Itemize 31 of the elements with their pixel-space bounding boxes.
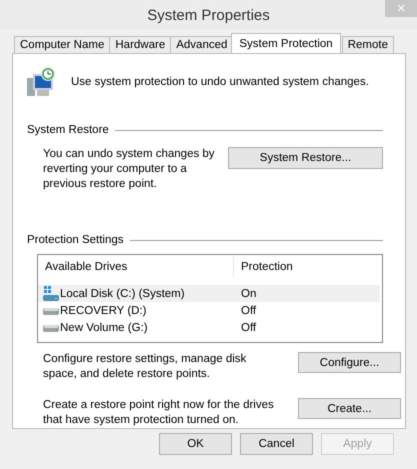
tab[interactable]: System Protection xyxy=(231,33,341,53)
configure-button[interactable]: Configure... xyxy=(298,352,401,373)
dialog-button[interactable]: OK xyxy=(159,433,232,455)
description-text: Create a restore point right now for the drives that have system protection turned on. xyxy=(43,398,275,428)
protection-status: On xyxy=(240,288,256,300)
tab[interactable]: Computer Name xyxy=(14,36,110,53)
system-restore-button[interactable]: System Restore... xyxy=(228,147,383,169)
protection-status: Off xyxy=(240,304,256,316)
create-button[interactable]: Create... xyxy=(298,398,401,419)
drive-row[interactable]: Local Disk (C:) (System) On xyxy=(38,285,380,302)
drive-icon xyxy=(43,306,59,314)
tab[interactable]: Advanced xyxy=(170,36,234,53)
column-header[interactable]: Protection xyxy=(234,257,382,277)
protection-status: Off xyxy=(240,322,256,334)
drive-name: Local Disk (C:) (System) xyxy=(60,288,185,300)
intro-text: Use system protection to undo unwanted system changes. xyxy=(71,76,369,88)
drive-icon xyxy=(43,324,59,332)
description-text: Configure restore settings, manage disk space, and delete restore points. xyxy=(43,352,248,382)
drive-name: RECOVERY (D:) xyxy=(60,304,146,316)
window-title: System Properties xyxy=(147,6,270,24)
section-heading: Protection Settings xyxy=(27,234,124,246)
tab[interactable]: Hardware xyxy=(109,36,172,53)
section-heading: System Restore xyxy=(27,124,109,136)
system-drive-icon xyxy=(43,286,59,301)
drive-name: New Volume (G:) xyxy=(60,322,148,334)
tab[interactable]: Remote xyxy=(342,36,394,53)
drive-row[interactable]: New Volume (G:) Off xyxy=(38,319,380,336)
column-header[interactable]: Available Drives xyxy=(38,257,234,277)
drive-row[interactable]: RECOVERY (D:) Off xyxy=(38,302,380,319)
dialog-button[interactable]: Cancel xyxy=(240,433,313,455)
description-text: You can undo system changes by reverting your computer to a previous restore point. xyxy=(43,147,216,192)
